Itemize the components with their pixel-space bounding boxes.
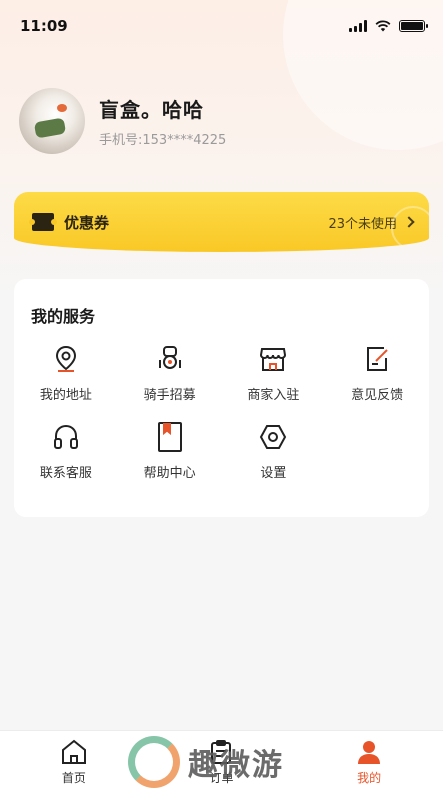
service-rider-recruit[interactable]: 骑手招募 xyxy=(118,343,222,403)
feedback-icon xyxy=(361,343,393,375)
coupon-title: 优惠券 xyxy=(64,213,110,232)
watermark-overlay: 趣微游 xyxy=(128,736,284,788)
service-label: 帮助中心 xyxy=(143,466,196,481)
rider-icon xyxy=(154,343,186,375)
avatar[interactable] xyxy=(19,88,85,154)
service-label: 我的地址 xyxy=(39,388,92,403)
service-label: 意见反馈 xyxy=(351,388,404,403)
coupon-card[interactable]: 优惠券 23个未使用 xyxy=(14,192,429,252)
service-settings[interactable]: 设置 xyxy=(222,421,326,481)
tab-label: 首页 xyxy=(61,771,86,785)
cellular-signal-icon xyxy=(349,20,367,32)
watermark-text: 趣微游 xyxy=(188,748,284,783)
services-title: 我的服务 xyxy=(31,307,96,326)
help-book-icon xyxy=(154,421,186,453)
service-merchant-join[interactable]: 商家入驻 xyxy=(222,343,326,403)
service-label: 骑手招募 xyxy=(143,388,196,403)
service-label: 设置 xyxy=(260,466,287,481)
user-profile[interactable]: 盲盒。哈哈 手机号:153****4225 xyxy=(19,88,226,154)
service-my-address[interactable]: 我的地址 xyxy=(14,343,118,403)
phone-number: 手机号:153****4225 xyxy=(99,133,227,148)
service-label: 商家入驻 xyxy=(247,388,300,403)
username: 盲盒。哈哈 xyxy=(99,98,204,122)
service-feedback[interactable]: 意见反馈 xyxy=(325,343,429,403)
coupon-decoration xyxy=(391,206,429,250)
status-icons xyxy=(349,20,428,32)
user-icon xyxy=(358,741,381,764)
settings-hex-icon xyxy=(257,421,289,453)
service-help-center[interactable]: 帮助中心 xyxy=(118,421,222,481)
tab-mine[interactable]: 我的 xyxy=(295,731,443,793)
store-icon xyxy=(257,343,289,375)
service-contact-support[interactable]: 联系客服 xyxy=(14,421,118,481)
service-label: 联系客服 xyxy=(39,466,92,481)
services-card: 我的服务 我的地址 骑手招募 商家入驻 意见反馈 联系客服 帮助中心 设置 xyxy=(14,279,429,517)
status-time: 11:09 xyxy=(20,17,68,35)
watermark-logo-icon xyxy=(128,736,180,788)
status-bar: 11:09 xyxy=(0,0,443,52)
tab-home[interactable]: 首页 xyxy=(0,731,148,793)
home-icon xyxy=(61,739,86,764)
coupon-ticket-icon xyxy=(29,213,57,231)
coupon-unused-count: 23个未使用 xyxy=(328,216,397,232)
wifi-icon xyxy=(375,20,391,32)
tab-label: 我的 xyxy=(357,771,382,785)
headset-icon xyxy=(50,421,82,453)
location-pin-icon xyxy=(50,343,82,375)
battery-icon xyxy=(399,20,428,32)
